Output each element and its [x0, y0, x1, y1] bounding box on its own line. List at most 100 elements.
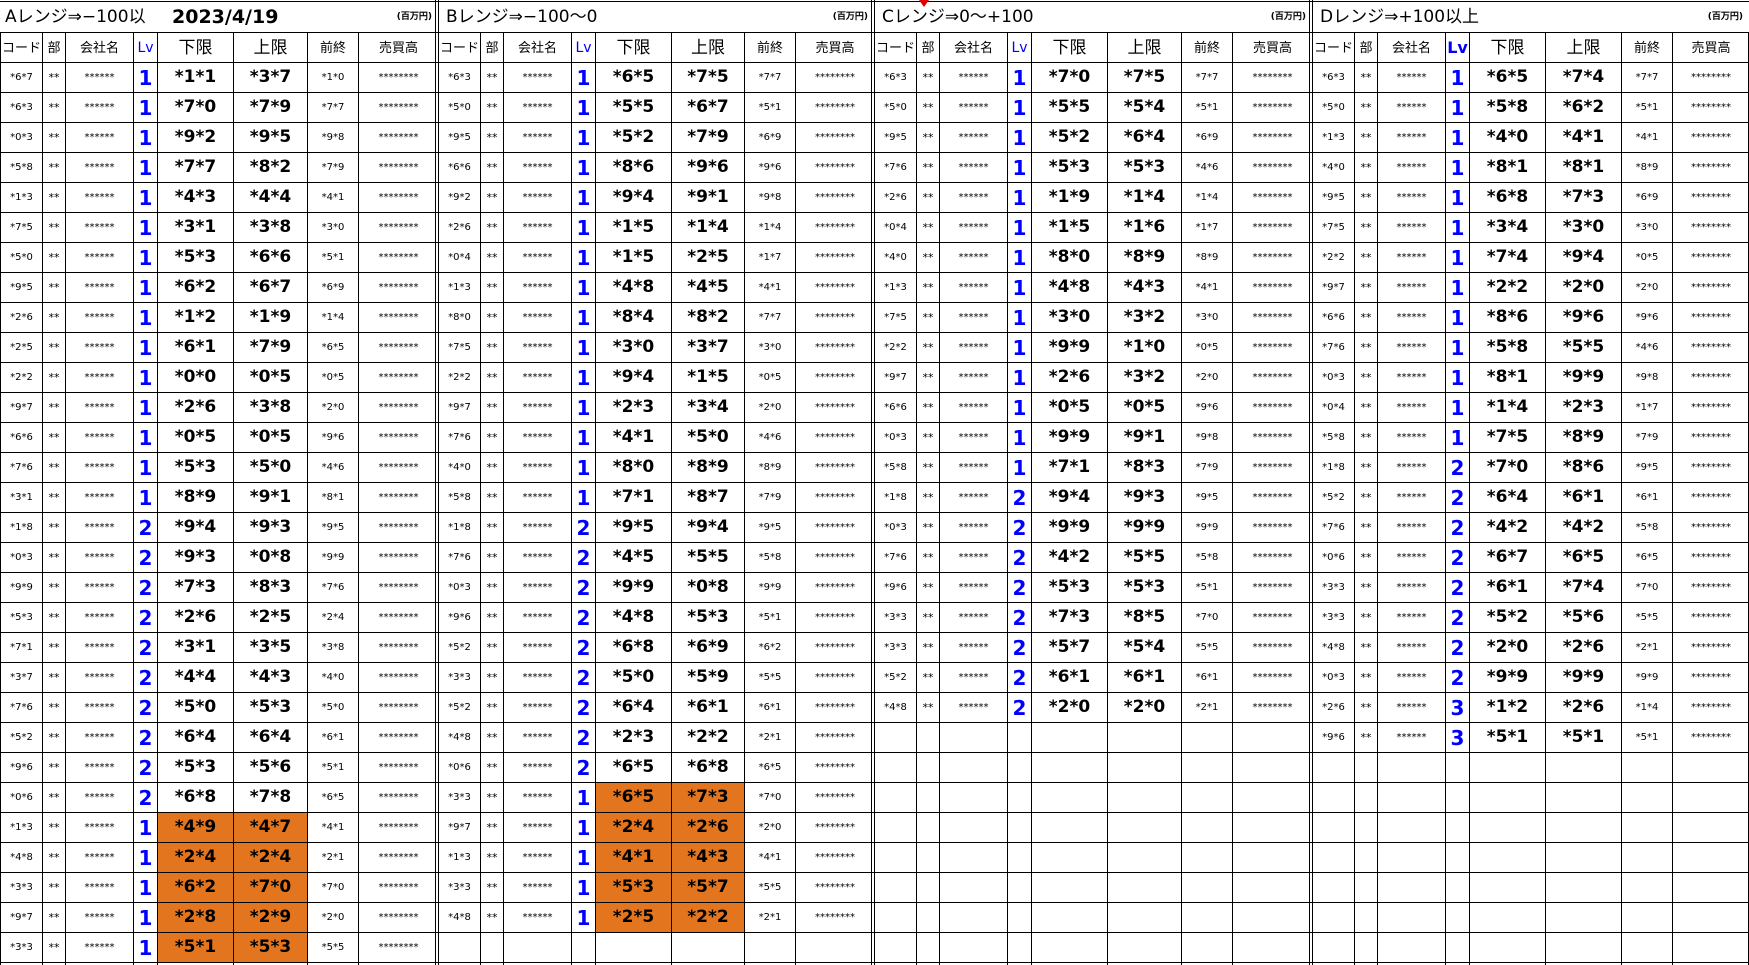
prev-close-cell[interactable]: *5*1 [308, 753, 358, 782]
dept-cell[interactable]: ** [1355, 693, 1377, 722]
level-cell[interactable]: 1 [1446, 153, 1469, 182]
level-cell[interactable]: 1 [134, 843, 157, 872]
column-header-sales[interactable]: 売買高 [1233, 33, 1312, 63]
dept-cell[interactable]: ** [1355, 183, 1377, 212]
sales-volume-cell[interactable]: ******** [359, 363, 438, 392]
prev-close-cell[interactable]: *9*6 [308, 423, 358, 452]
level-cell[interactable]: 1 [134, 303, 157, 332]
upper-limit-cell[interactable]: *5*6 [1546, 603, 1621, 632]
code-cell[interactable]: *9*5 [439, 123, 480, 152]
sales-volume-cell[interactable]: ******** [359, 423, 438, 452]
company-name-cell[interactable]: ****** [504, 513, 571, 542]
company-name-cell[interactable]: ****** [940, 603, 1007, 632]
company-name-cell[interactable]: ****** [66, 363, 133, 392]
lower-limit-cell[interactable]: *9*2 [158, 123, 233, 152]
dept-cell[interactable]: ** [43, 903, 65, 932]
lower-limit-cell[interactable]: *9*5 [596, 513, 671, 542]
dept-cell[interactable]: ** [481, 633, 503, 662]
unit-label[interactable]: (百万円) [714, 2, 872, 32]
upper-limit-cell[interactable]: *6*4 [1108, 123, 1181, 152]
level-cell[interactable]: 1 [134, 123, 157, 152]
code-cell[interactable]: *7*6 [439, 543, 480, 572]
level-cell[interactable]: 1 [134, 183, 157, 212]
company-name-cell[interactable]: ****** [940, 213, 1007, 242]
level-cell[interactable]: 2 [134, 543, 157, 572]
lower-limit-cell[interactable]: *1*4 [1470, 393, 1545, 422]
lower-limit-cell[interactable]: *6*4 [1470, 483, 1545, 512]
code-cell[interactable]: *1*3 [439, 273, 480, 302]
upper-limit-cell[interactable]: *8*9 [1546, 423, 1621, 452]
lower-limit-cell[interactable]: *9*4 [1032, 483, 1107, 512]
level-cell[interactable]: 1 [1446, 123, 1469, 152]
code-cell[interactable]: *0*4 [439, 243, 480, 272]
sales-volume-cell[interactable]: ******** [1233, 693, 1312, 722]
prev-close-cell[interactable]: *9*8 [308, 123, 358, 152]
column-header-upper[interactable]: 上限 [234, 33, 307, 63]
company-name-cell[interactable]: ****** [66, 243, 133, 272]
sales-volume-cell[interactable]: ******** [796, 213, 874, 242]
code-cell[interactable]: *0*3 [1, 543, 42, 572]
code-cell[interactable]: *3*3 [1313, 573, 1354, 602]
prev-close-cell[interactable]: *6*5 [745, 753, 795, 782]
column-header-dept[interactable]: 部 [481, 33, 503, 63]
upper-limit-cell[interactable]: *5*3 [234, 933, 307, 962]
dept-cell[interactable]: ** [481, 723, 503, 752]
upper-limit-cell[interactable]: *1*5 [672, 363, 744, 392]
sales-volume-cell[interactable]: ******** [1233, 123, 1312, 152]
sales-volume-cell[interactable]: ******** [1673, 723, 1749, 752]
dept-cell[interactable]: ** [481, 243, 503, 272]
level-cell[interactable]: 2 [1008, 633, 1031, 662]
company-name-cell[interactable]: ****** [1378, 213, 1445, 242]
sales-volume-cell[interactable]: ******** [1673, 513, 1749, 542]
lower-limit-cell[interactable]: *4*2 [1470, 513, 1545, 542]
level-cell[interactable]: 2 [1008, 543, 1031, 572]
level-cell[interactable]: 1 [134, 483, 157, 512]
level-cell[interactable]: 1 [134, 153, 157, 182]
company-name-cell[interactable]: ****** [66, 603, 133, 632]
dept-cell[interactable]: ** [1355, 633, 1377, 662]
prev-close-cell[interactable]: *5*1 [745, 93, 795, 122]
dept-cell[interactable]: ** [481, 333, 503, 362]
level-cell[interactable]: 1 [1008, 63, 1031, 92]
upper-limit-cell[interactable]: *5*0 [234, 453, 307, 482]
level-cell[interactable]: 1 [1446, 303, 1469, 332]
sales-volume-cell[interactable]: ******** [796, 723, 874, 752]
lower-limit-cell[interactable]: *5*5 [596, 93, 671, 122]
dept-cell[interactable]: ** [43, 483, 65, 512]
upper-limit-cell[interactable]: *5*3 [1108, 573, 1181, 602]
unit-label[interactable]: (百万円) [277, 2, 436, 32]
dept-cell[interactable]: ** [1355, 363, 1377, 392]
lower-limit-cell[interactable]: *4*8 [1032, 273, 1107, 302]
lower-limit-cell[interactable]: *1*5 [1032, 213, 1107, 242]
level-cell[interactable]: 1 [134, 393, 157, 422]
sales-volume-cell[interactable]: ******** [1233, 213, 1312, 242]
lower-limit-cell[interactable]: *9*9 [1032, 513, 1107, 542]
level-cell[interactable]: 2 [1008, 573, 1031, 602]
upper-limit-cell[interactable]: *6*2 [1546, 93, 1621, 122]
sales-volume-cell[interactable]: ******** [796, 813, 874, 842]
sales-volume-cell[interactable]: ******** [796, 303, 874, 332]
lower-limit-cell[interactable]: *7*0 [1032, 63, 1107, 92]
company-name-cell[interactable]: ****** [504, 453, 571, 482]
upper-limit-cell[interactable]: *0*8 [234, 543, 307, 572]
prev-close-cell[interactable]: *3*0 [308, 213, 358, 242]
lower-limit-cell[interactable]: *1*5 [596, 243, 671, 272]
dept-cell[interactable]: ** [1355, 393, 1377, 422]
level-cell[interactable]: 2 [572, 543, 595, 572]
prev-close-cell[interactable]: *9*9 [308, 543, 358, 572]
upper-limit-cell[interactable]: *4*5 [672, 273, 744, 302]
dept-cell[interactable]: ** [917, 423, 939, 452]
upper-limit-cell[interactable]: *9*4 [672, 513, 744, 542]
prev-close-cell[interactable]: *5*5 [1182, 633, 1232, 662]
upper-limit-cell[interactable]: *1*4 [672, 213, 744, 242]
lower-limit-cell[interactable]: *8*1 [1470, 363, 1545, 392]
dept-cell[interactable]: ** [917, 63, 939, 92]
prev-close-cell[interactable]: *5*1 [1182, 93, 1232, 122]
sales-volume-cell[interactable]: ******** [1233, 63, 1312, 92]
sales-volume-cell[interactable]: ******** [1673, 423, 1749, 452]
dept-cell[interactable]: ** [43, 933, 65, 962]
company-name-cell[interactable]: ****** [66, 843, 133, 872]
dept-cell[interactable]: ** [917, 183, 939, 212]
code-cell[interactable]: *9*5 [875, 123, 916, 152]
company-name-cell[interactable]: ****** [66, 453, 133, 482]
